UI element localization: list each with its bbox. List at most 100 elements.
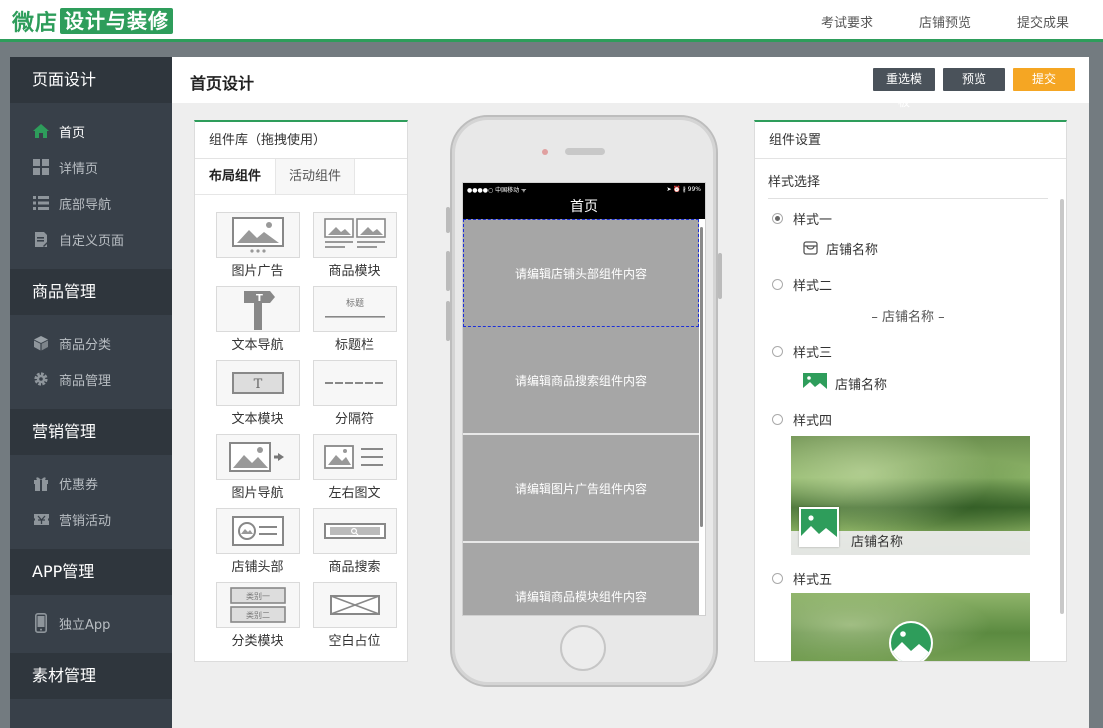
phone-nav-title: 首页	[463, 195, 705, 219]
style-option-5[interactable]: 样式五	[768, 569, 1066, 588]
component-title-bar[interactable]: 标题 标题栏	[306, 286, 403, 360]
component-label: 文本模块	[231, 412, 284, 427]
sidebar-item-standalone-app[interactable]: 独立App	[10, 605, 172, 641]
style-option-label: 样式三	[793, 345, 833, 361]
svg-text:T: T	[253, 377, 262, 392]
sidebar-item-label: 营销活动	[59, 513, 112, 529]
preview-button[interactable]: 预览	[943, 68, 1005, 91]
svg-text:T: T	[256, 293, 263, 304]
text-nav-thumb-icon: T	[215, 286, 300, 332]
style-option-label: 样式四	[793, 413, 833, 429]
component-category-module[interactable]: 类别一 类别二 分类模块	[209, 582, 306, 656]
style-option-label: 样式一	[793, 212, 833, 228]
component-store-header[interactable]: 店铺头部	[209, 508, 306, 582]
title-bar-thumb-icon: 标题	[312, 286, 397, 332]
sidebar-item-label: 独立App	[59, 617, 111, 633]
radio-style-3[interactable]	[772, 345, 783, 357]
sidebar-section-product-management[interactable]: 商品管理	[10, 269, 172, 315]
reselect-template-button[interactable]: 重选模板	[873, 68, 935, 109]
component-label: 标题栏	[334, 338, 374, 353]
product-search-thumb-icon	[312, 508, 397, 554]
component-settings-title: 组件设置	[755, 122, 1066, 159]
component-text-nav[interactable]: T 文本导航	[209, 286, 306, 360]
style-option-2[interactable]: 样式二	[768, 275, 1066, 294]
phone-icon	[32, 613, 50, 633]
style-4-grass-banner: 店铺名称	[791, 436, 1030, 555]
round-store-logo-icon	[889, 621, 933, 661]
canvas-block-image-ad[interactable]: 请编辑图片广告组件内容	[463, 435, 699, 543]
component-label: 空白占位	[328, 634, 381, 649]
sidebar-item-label: 详情页	[59, 161, 99, 177]
nav-submit-results[interactable]: 提交成果	[1017, 12, 1069, 31]
canvas-block-product-module[interactable]: 请编辑商品模块组件内容	[463, 543, 699, 615]
tab-activity-components[interactable]: 活动组件	[275, 159, 355, 194]
component-label: 商品模块	[328, 264, 381, 279]
status-carrier: ●●●●○ 中国移动 ᯤ	[467, 186, 527, 194]
component-blank-placeholder[interactable]: 空白占位	[306, 582, 403, 656]
edit-page-icon	[32, 230, 50, 248]
logo-box-text: 设计与装修	[60, 8, 174, 34]
sidebar-item-home[interactable]: 首页	[10, 113, 172, 149]
sidebar-section-materials[interactable]: 素材管理	[10, 653, 172, 699]
style-1-preview: 店铺名称	[803, 239, 1066, 258]
submit-button[interactable]: 提交	[1013, 68, 1075, 91]
sidebar-item-product-management[interactable]: 商品管理	[10, 361, 172, 397]
store-name-style-3: 店铺名称	[835, 377, 888, 393]
radio-style-4[interactable]	[772, 413, 783, 425]
canvas-block-store-header[interactable]: 请编辑店铺头部组件内容	[463, 219, 699, 327]
sidebar-section-marketing[interactable]: 营销管理	[10, 409, 172, 455]
phone-preview: ●●●●○ 中国移动 ᯤ ➤ ⏰ ∦ 99% 首页 请编辑店铺头部组件内容 请编…	[446, 115, 722, 687]
phone-scrollbar[interactable]	[700, 227, 703, 527]
logo-text: 微店	[12, 11, 59, 36]
sidebar-item-detail[interactable]: 详情页	[10, 149, 172, 185]
home-icon	[32, 122, 50, 140]
sidebar: 页面设计 首页 详情页 底部导航 自定义页面 商品管理 商品分类 商品管理 营销…	[10, 57, 172, 728]
style-option-4[interactable]: 样式四	[768, 410, 1066, 429]
sidebar-item-product-category[interactable]: 商品分类	[10, 325, 172, 361]
component-product-search[interactable]: 商品搜索	[306, 508, 403, 582]
component-divider[interactable]: 分隔符	[306, 360, 403, 434]
radio-style-1[interactable]	[772, 212, 783, 224]
nav-exam-requirements[interactable]: 考试要求	[821, 12, 873, 31]
style-option-3[interactable]: 样式三	[768, 342, 1066, 361]
sidebar-item-label: 商品管理	[59, 373, 112, 389]
tab-layout-components[interactable]: 布局组件	[195, 159, 275, 194]
sidebar-item-custom-page[interactable]: 自定义页面	[10, 221, 172, 257]
component-product-module[interactable]: 商品模块	[306, 212, 403, 286]
header-buttons: 重选模板 预览 提交	[873, 68, 1075, 109]
phone-speaker	[565, 148, 605, 155]
sidebar-section-page-design[interactable]: 页面设计	[10, 57, 172, 103]
phone-screen: ●●●●○ 中国移动 ᯤ ➤ ⏰ ∦ 99% 首页 请编辑店铺头部组件内容 请编…	[462, 182, 706, 616]
sidebar-section-app-management[interactable]: APP管理	[10, 549, 172, 595]
settings-body: 样式选择 样式一 店铺名称 样式二 – 店铺名称 – 样式三 店铺名称 样式四 …	[755, 159, 1066, 661]
sidebar-item-label: 自定义页面	[59, 233, 125, 249]
radio-style-5[interactable]	[772, 572, 783, 584]
left-right-thumb-icon	[312, 434, 397, 480]
style-option-1[interactable]: 样式一	[768, 209, 1066, 228]
nav-store-preview[interactable]: 店铺预览	[919, 12, 971, 31]
ticket-icon	[32, 510, 50, 528]
component-left-right-image-text[interactable]: 左右图文	[306, 434, 403, 508]
component-image-ad[interactable]: 图片广告	[209, 212, 306, 286]
top-bar: 微店 设计与装修 考试要求 店铺预览 提交成果	[0, 0, 1103, 42]
blank-placeholder-thumb-icon	[312, 582, 397, 628]
canvas-block-product-search[interactable]: 请编辑商品搜索组件内容	[463, 327, 699, 435]
image-ad-thumb-icon	[215, 212, 300, 258]
component-tabs: 布局组件 活动组件	[195, 159, 407, 195]
product-module-thumb-icon	[312, 212, 397, 258]
style-3-preview: 店铺名称	[803, 372, 1066, 394]
phone-camera	[542, 149, 548, 155]
component-library-panel: 组件库（拖拽使用） 布局组件 活动组件 图片广告 商品模块 T 文本导航 标题 …	[194, 120, 408, 662]
style-option-label: 样式二	[793, 278, 833, 294]
component-text-module[interactable]: T 文本模块	[209, 360, 306, 434]
store-name-style-1: 店铺名称	[826, 242, 879, 258]
sidebar-item-coupon[interactable]: 优惠券	[10, 465, 172, 501]
settings-scrollbar[interactable]	[1060, 199, 1064, 614]
sidebar-item-bottom-nav[interactable]: 底部导航	[10, 185, 172, 221]
radio-style-2[interactable]	[772, 278, 783, 290]
list-icon	[32, 194, 50, 212]
component-image-nav[interactable]: 图片导航	[209, 434, 306, 508]
sidebar-item-marketing-activity[interactable]: 营销活动	[10, 501, 172, 537]
phone-home-button	[560, 625, 606, 671]
category-thumb-text-1: 类别一	[246, 591, 270, 601]
